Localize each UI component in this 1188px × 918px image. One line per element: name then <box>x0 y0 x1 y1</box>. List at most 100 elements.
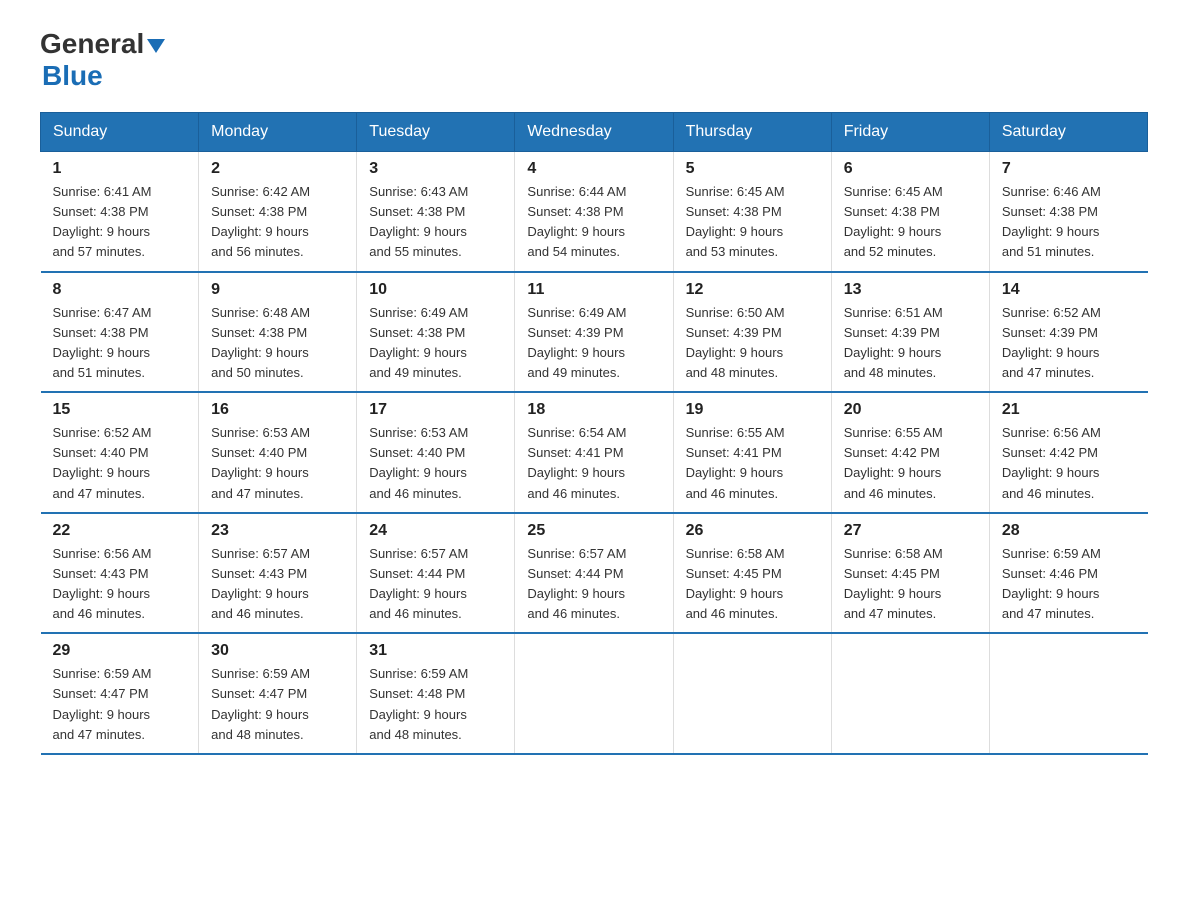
day-cell: 4 Sunrise: 6:44 AM Sunset: 4:38 PM Dayli… <box>515 152 673 272</box>
day-number: 5 <box>686 160 819 178</box>
day-info: Sunrise: 6:50 AM Sunset: 4:39 PM Dayligh… <box>686 303 819 384</box>
day-number: 13 <box>844 281 977 299</box>
day-cell: 22 Sunrise: 6:56 AM Sunset: 4:43 PM Dayl… <box>41 513 199 634</box>
day-cell: 3 Sunrise: 6:43 AM Sunset: 4:38 PM Dayli… <box>357 152 515 272</box>
day-cell: 25 Sunrise: 6:57 AM Sunset: 4:44 PM Dayl… <box>515 513 673 634</box>
day-cell: 31 Sunrise: 6:59 AM Sunset: 4:48 PM Dayl… <box>357 633 515 754</box>
day-info: Sunrise: 6:46 AM Sunset: 4:38 PM Dayligh… <box>1002 182 1136 263</box>
day-cell: 10 Sunrise: 6:49 AM Sunset: 4:38 PM Dayl… <box>357 272 515 393</box>
day-number: 21 <box>1002 401 1136 419</box>
week-row-3: 15 Sunrise: 6:52 AM Sunset: 4:40 PM Dayl… <box>41 392 1148 513</box>
header-cell-friday: Friday <box>831 113 989 152</box>
day-info: Sunrise: 6:57 AM Sunset: 4:43 PM Dayligh… <box>211 544 344 625</box>
day-cell: 17 Sunrise: 6:53 AM Sunset: 4:40 PM Dayl… <box>357 392 515 513</box>
day-cell <box>673 633 831 754</box>
day-number: 14 <box>1002 281 1136 299</box>
day-info: Sunrise: 6:47 AM Sunset: 4:38 PM Dayligh… <box>53 303 187 384</box>
day-number: 17 <box>369 401 502 419</box>
day-info: Sunrise: 6:44 AM Sunset: 4:38 PM Dayligh… <box>527 182 660 263</box>
day-number: 6 <box>844 160 977 178</box>
day-cell: 9 Sunrise: 6:48 AM Sunset: 4:38 PM Dayli… <box>199 272 357 393</box>
day-number: 26 <box>686 522 819 540</box>
day-cell: 2 Sunrise: 6:42 AM Sunset: 4:38 PM Dayli… <box>199 152 357 272</box>
day-cell: 8 Sunrise: 6:47 AM Sunset: 4:38 PM Dayli… <box>41 272 199 393</box>
header-cell-thursday: Thursday <box>673 113 831 152</box>
day-number: 2 <box>211 160 344 178</box>
day-info: Sunrise: 6:51 AM Sunset: 4:39 PM Dayligh… <box>844 303 977 384</box>
day-cell: 27 Sunrise: 6:58 AM Sunset: 4:45 PM Dayl… <box>831 513 989 634</box>
day-cell: 5 Sunrise: 6:45 AM Sunset: 4:38 PM Dayli… <box>673 152 831 272</box>
day-info: Sunrise: 6:42 AM Sunset: 4:38 PM Dayligh… <box>211 182 344 263</box>
day-number: 19 <box>686 401 819 419</box>
header-cell-tuesday: Tuesday <box>357 113 515 152</box>
day-info: Sunrise: 6:55 AM Sunset: 4:42 PM Dayligh… <box>844 423 977 504</box>
day-number: 8 <box>53 281 187 299</box>
day-number: 22 <box>53 522 187 540</box>
day-cell: 20 Sunrise: 6:55 AM Sunset: 4:42 PM Dayl… <box>831 392 989 513</box>
day-info: Sunrise: 6:57 AM Sunset: 4:44 PM Dayligh… <box>369 544 502 625</box>
day-number: 12 <box>686 281 819 299</box>
day-cell: 12 Sunrise: 6:50 AM Sunset: 4:39 PM Dayl… <box>673 272 831 393</box>
day-cell: 11 Sunrise: 6:49 AM Sunset: 4:39 PM Dayl… <box>515 272 673 393</box>
day-info: Sunrise: 6:53 AM Sunset: 4:40 PM Dayligh… <box>211 423 344 504</box>
header-cell-sunday: Sunday <box>41 113 199 152</box>
logo-general: General <box>40 30 144 58</box>
day-info: Sunrise: 6:41 AM Sunset: 4:38 PM Dayligh… <box>53 182 187 263</box>
day-cell: 15 Sunrise: 6:52 AM Sunset: 4:40 PM Dayl… <box>41 392 199 513</box>
day-info: Sunrise: 6:45 AM Sunset: 4:38 PM Dayligh… <box>686 182 819 263</box>
day-number: 1 <box>53 160 187 178</box>
day-number: 30 <box>211 642 344 660</box>
day-info: Sunrise: 6:55 AM Sunset: 4:41 PM Dayligh… <box>686 423 819 504</box>
day-info: Sunrise: 6:49 AM Sunset: 4:38 PM Dayligh… <box>369 303 502 384</box>
day-cell: 19 Sunrise: 6:55 AM Sunset: 4:41 PM Dayl… <box>673 392 831 513</box>
day-info: Sunrise: 6:48 AM Sunset: 4:38 PM Dayligh… <box>211 303 344 384</box>
day-number: 3 <box>369 160 502 178</box>
day-cell: 23 Sunrise: 6:57 AM Sunset: 4:43 PM Dayl… <box>199 513 357 634</box>
day-number: 7 <box>1002 160 1136 178</box>
day-cell: 29 Sunrise: 6:59 AM Sunset: 4:47 PM Dayl… <box>41 633 199 754</box>
header-cell-wednesday: Wednesday <box>515 113 673 152</box>
week-row-5: 29 Sunrise: 6:59 AM Sunset: 4:47 PM Dayl… <box>41 633 1148 754</box>
header-cell-monday: Monday <box>199 113 357 152</box>
day-number: 24 <box>369 522 502 540</box>
calendar-table: SundayMondayTuesdayWednesdayThursdayFrid… <box>40 112 1148 755</box>
day-number: 25 <box>527 522 660 540</box>
day-cell: 6 Sunrise: 6:45 AM Sunset: 4:38 PM Dayli… <box>831 152 989 272</box>
header: General Blue <box>40 30 1148 92</box>
header-cell-saturday: Saturday <box>989 113 1147 152</box>
day-info: Sunrise: 6:59 AM Sunset: 4:47 PM Dayligh… <box>53 664 187 745</box>
week-row-4: 22 Sunrise: 6:56 AM Sunset: 4:43 PM Dayl… <box>41 513 1148 634</box>
day-info: Sunrise: 6:57 AM Sunset: 4:44 PM Dayligh… <box>527 544 660 625</box>
logo: General Blue <box>40 30 165 92</box>
day-info: Sunrise: 6:56 AM Sunset: 4:42 PM Dayligh… <box>1002 423 1136 504</box>
day-info: Sunrise: 6:58 AM Sunset: 4:45 PM Dayligh… <box>686 544 819 625</box>
day-number: 10 <box>369 281 502 299</box>
day-info: Sunrise: 6:54 AM Sunset: 4:41 PM Dayligh… <box>527 423 660 504</box>
calendar-header: SundayMondayTuesdayWednesdayThursdayFrid… <box>41 113 1148 152</box>
header-row: SundayMondayTuesdayWednesdayThursdayFrid… <box>41 113 1148 152</box>
day-number: 4 <box>527 160 660 178</box>
day-cell: 16 Sunrise: 6:53 AM Sunset: 4:40 PM Dayl… <box>199 392 357 513</box>
day-cell: 26 Sunrise: 6:58 AM Sunset: 4:45 PM Dayl… <box>673 513 831 634</box>
calendar-body: 1 Sunrise: 6:41 AM Sunset: 4:38 PM Dayli… <box>41 152 1148 754</box>
day-info: Sunrise: 6:59 AM Sunset: 4:48 PM Dayligh… <box>369 664 502 745</box>
day-info: Sunrise: 6:52 AM Sunset: 4:40 PM Dayligh… <box>53 423 187 504</box>
day-cell: 30 Sunrise: 6:59 AM Sunset: 4:47 PM Dayl… <box>199 633 357 754</box>
day-info: Sunrise: 6:59 AM Sunset: 4:47 PM Dayligh… <box>211 664 344 745</box>
day-info: Sunrise: 6:58 AM Sunset: 4:45 PM Dayligh… <box>844 544 977 625</box>
day-info: Sunrise: 6:56 AM Sunset: 4:43 PM Dayligh… <box>53 544 187 625</box>
day-number: 23 <box>211 522 344 540</box>
day-cell <box>515 633 673 754</box>
day-number: 16 <box>211 401 344 419</box>
day-number: 31 <box>369 642 502 660</box>
day-cell <box>989 633 1147 754</box>
week-row-2: 8 Sunrise: 6:47 AM Sunset: 4:38 PM Dayli… <box>41 272 1148 393</box>
day-number: 29 <box>53 642 187 660</box>
day-cell: 1 Sunrise: 6:41 AM Sunset: 4:38 PM Dayli… <box>41 152 199 272</box>
day-cell: 28 Sunrise: 6:59 AM Sunset: 4:46 PM Dayl… <box>989 513 1147 634</box>
day-cell: 7 Sunrise: 6:46 AM Sunset: 4:38 PM Dayli… <box>989 152 1147 272</box>
day-cell: 13 Sunrise: 6:51 AM Sunset: 4:39 PM Dayl… <box>831 272 989 393</box>
day-number: 11 <box>527 281 660 299</box>
day-cell: 14 Sunrise: 6:52 AM Sunset: 4:39 PM Dayl… <box>989 272 1147 393</box>
day-info: Sunrise: 6:53 AM Sunset: 4:40 PM Dayligh… <box>369 423 502 504</box>
